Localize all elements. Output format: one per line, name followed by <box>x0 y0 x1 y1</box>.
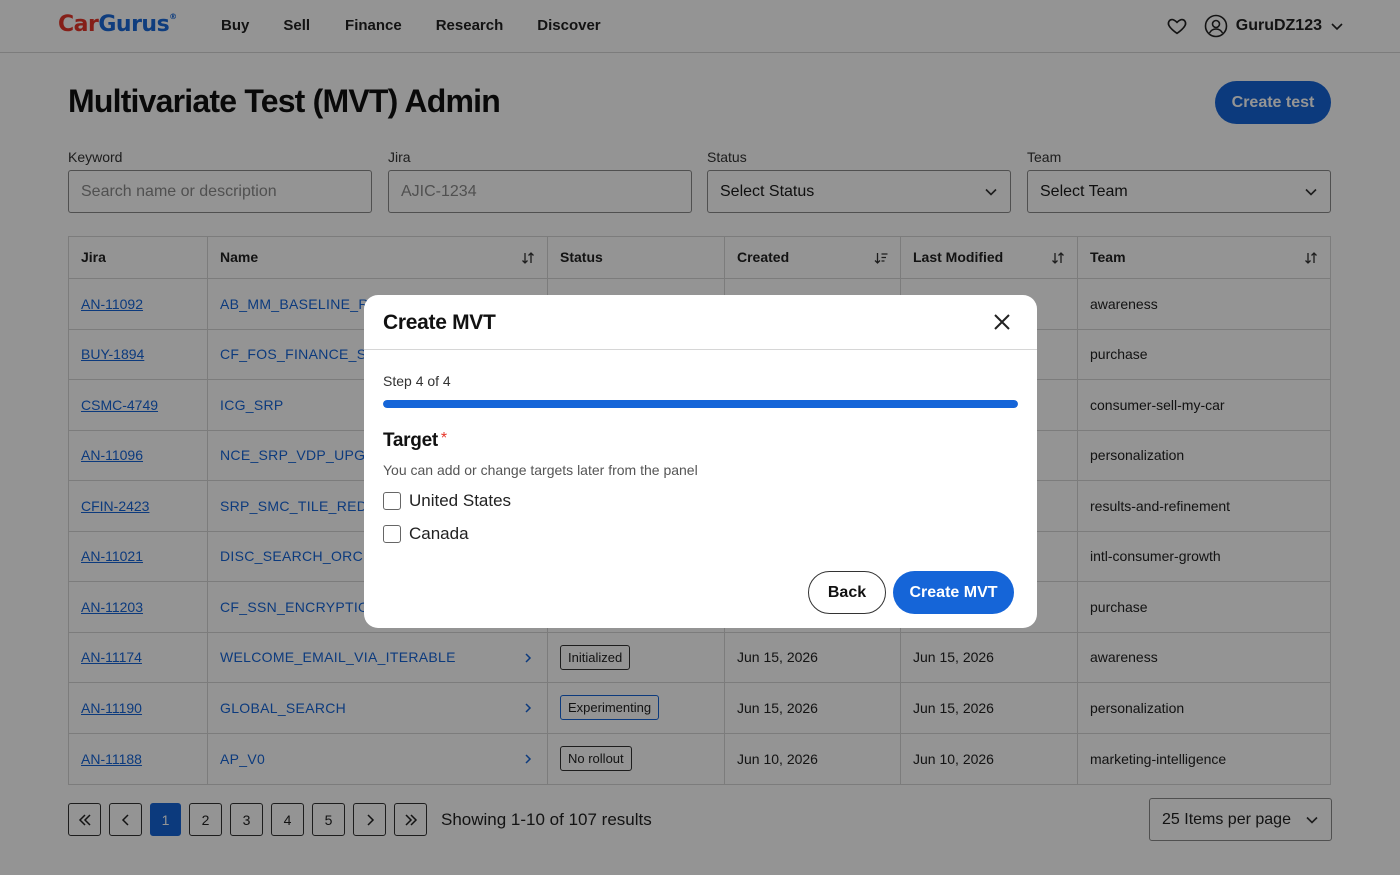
step-progress-bar <box>383 400 1018 408</box>
back-button[interactable]: Back <box>808 571 886 614</box>
modal-divider <box>364 349 1037 350</box>
target-option-united-states[interactable]: United States <box>383 491 511 511</box>
step-indicator: Step 4 of 4 <box>383 373 451 389</box>
target-heading: Target * <box>383 430 447 451</box>
modal-title: Create MVT <box>383 311 496 334</box>
close-icon[interactable] <box>993 313 1011 331</box>
checkbox[interactable] <box>383 492 401 510</box>
progress-fill <box>383 400 1018 408</box>
checkbox[interactable] <box>383 525 401 543</box>
create-mvt-button[interactable]: Create MVT <box>893 571 1014 614</box>
required-marker: * <box>440 430 447 447</box>
checkbox-label: United States <box>409 491 512 510</box>
target-help-text: You can add or change targets later from… <box>383 462 698 478</box>
create-mvt-modal: Create MVT Step 4 of 4 Target * You can a… <box>364 295 1037 628</box>
checkbox-label: Canada <box>409 524 469 543</box>
target-option-canada[interactable]: Canada <box>383 524 469 544</box>
